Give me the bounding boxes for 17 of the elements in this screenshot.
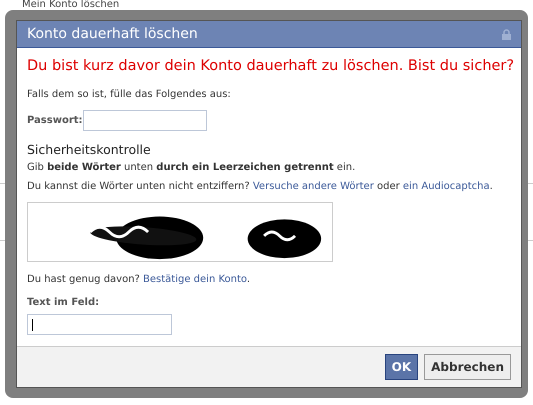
- field-label: Text im Feld:: [27, 296, 100, 310]
- lock-icon: [502, 28, 511, 40]
- dialog-title: Konto dauerhaft löschen: [27, 24, 198, 44]
- warning-text: Du bist kurz davor dein Konto dauerhaft zu löschen. Bist du sicher?: [27, 57, 511, 76]
- password-label: Passwort:: [27, 114, 83, 128]
- link[interactable]: Versuche andere Wörter: [252, 180, 374, 192]
- ok-button[interactable]: OK: [384, 354, 418, 380]
- section-heading: Sicherheitskontrolle: [27, 140, 152, 159]
- captcha-input-field[interactable]: [27, 314, 172, 334]
- help-text: Du kannst die Wörter unten nicht entziffern? Versuche andere Wörter oder ein Audiocaptcha.: [27, 180, 494, 194]
- account-text: Du hast genug davon? Bestätige dein Konto.: [27, 272, 252, 286]
- link[interactable]: Bestätige dein Konto: [143, 274, 247, 284]
- intro-text: Falls dem so ist, fülle das Folgendes aus:: [27, 88, 232, 102]
- cancel-button[interactable]: Abbrechen: [424, 354, 511, 380]
- instruction-text: Gib beide Wörter unten durch ein Leerzeichen getrennt ein.: [27, 160, 356, 174]
- password-field[interactable]: [82, 110, 207, 131]
- link[interactable]: ein Audiocaptcha: [402, 180, 490, 192]
